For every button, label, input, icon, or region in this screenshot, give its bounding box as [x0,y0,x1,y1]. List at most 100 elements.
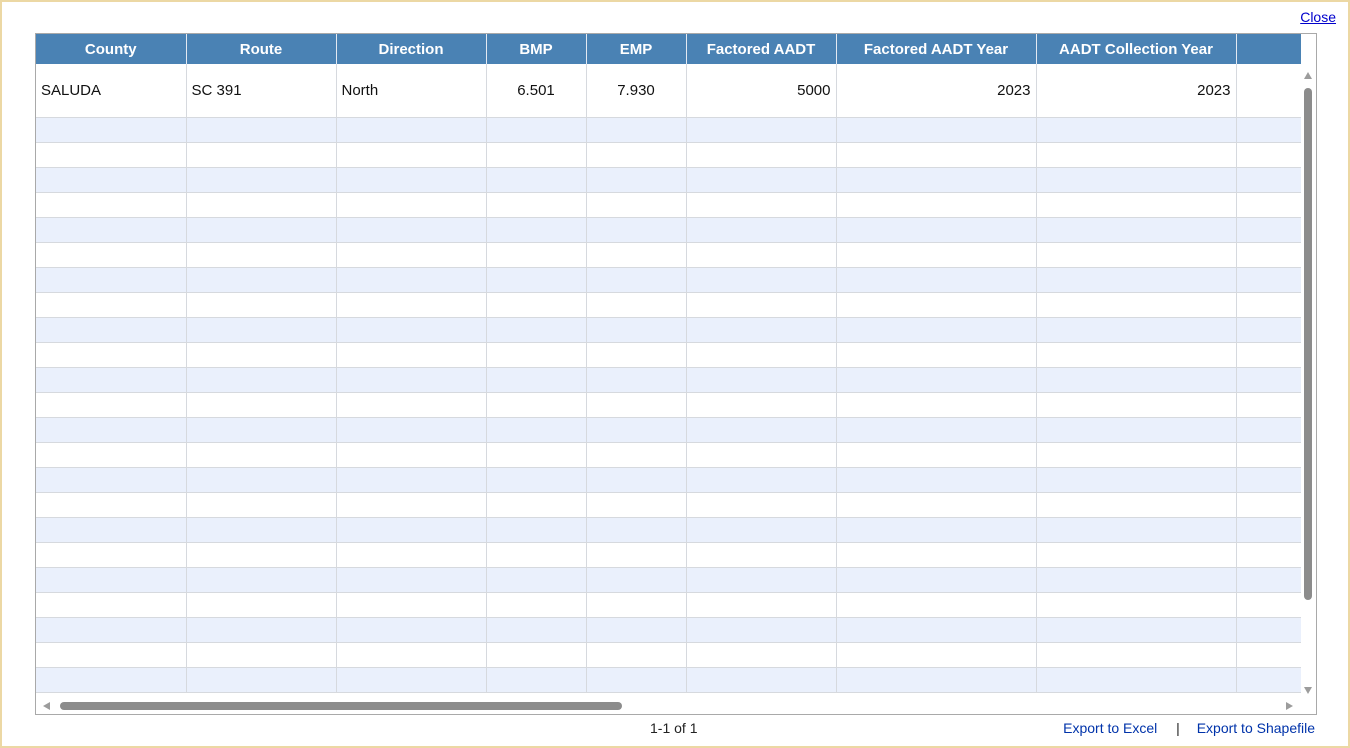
column-header[interactable]: Factored AADT Year [836,34,1037,64]
table-cell [836,592,1037,618]
horizontal-scroll-thumb[interactable] [60,702,622,710]
scroll-left-arrow-icon[interactable] [43,702,50,710]
table-cell [1236,492,1301,518]
column-header[interactable]: Direction [336,34,487,64]
scroll-up-arrow-icon[interactable] [1304,72,1312,79]
table-cell [836,392,1037,418]
table-cell [36,492,187,518]
table-cell [336,367,487,393]
table-cell [686,417,837,443]
table-row[interactable]: SALUDA SC 391 North 6.501 7.930 5000 2023 2023 [36,64,1301,118]
column-header[interactable]: EMP [586,34,687,64]
table-cell [186,367,337,393]
table-cell [836,567,1037,593]
scroll-right-arrow-icon[interactable] [1286,702,1293,710]
table-row [36,667,1301,693]
table-cell [486,492,587,518]
table-row [36,442,1301,468]
table-cell [1236,642,1301,668]
table-cell: 2023 [836,64,1037,118]
table-cell [1236,467,1301,493]
table-cell [186,592,337,618]
table-cell [36,192,187,218]
table-cell [1036,617,1237,643]
table-cell [186,517,337,543]
table-cell [186,342,337,368]
table-cell [486,617,587,643]
column-header[interactable]: Route [186,34,337,64]
table-cell [586,542,687,568]
scroll-down-arrow-icon[interactable] [1304,687,1312,694]
column-header[interactable]: AADT Collection Year [1036,34,1237,64]
table-cell [336,142,487,168]
table-cell [336,592,487,618]
table-cell [36,367,187,393]
horizontal-scrollbar[interactable] [36,698,1301,714]
table-cell: North [336,64,487,118]
table-cell [1036,217,1237,243]
table-cell [1036,167,1237,193]
table-cell [486,442,587,468]
column-header[interactable]: Factored AADT [686,34,837,64]
table-cell [486,367,587,393]
table-cell [486,292,587,318]
table-cell [836,617,1037,643]
table-row [36,392,1301,418]
table-cell [1236,242,1301,268]
table-cell [1036,642,1237,668]
table-row [36,417,1301,443]
table-cell [186,192,337,218]
table-cell [1036,592,1237,618]
table-cell [836,667,1037,693]
table-cell [1036,442,1237,468]
table-cell [486,242,587,268]
table-row [36,117,1301,143]
table-cell [1036,392,1237,418]
header-row: County Route Direction BMP EMP Factored AADT F… [36,34,1301,64]
close-link[interactable]: Close [1300,9,1336,25]
export-excel-link[interactable]: Export to Excel [1063,720,1157,736]
table-cell [1036,267,1237,293]
table-cell [186,642,337,668]
table-cell [836,267,1037,293]
table-cell [486,267,587,293]
table-cell [1036,292,1237,318]
table-cell [336,217,487,243]
table-cell [36,567,187,593]
column-header[interactable]: Site Sp [1236,34,1301,64]
table-cell [1036,192,1237,218]
table-cell [586,617,687,643]
table-cell [486,342,587,368]
table-cell [36,392,187,418]
table-cell [836,292,1037,318]
table-cell [336,542,487,568]
table-cell [836,417,1037,443]
table-cell [186,442,337,468]
table-cell [836,192,1037,218]
column-header[interactable]: County [36,34,187,64]
table-cell [586,642,687,668]
table-body: SALUDA SC 391 North 6.501 7.930 5000 2023 2023 [36,64,1301,693]
table-cell [1036,117,1237,143]
table-cell [1036,142,1237,168]
table-viewport: County Route Direction BMP EMP Factored AADT F… [36,34,1301,698]
table-cell [686,567,837,593]
table-row [36,317,1301,343]
table-row [36,517,1301,543]
vertical-scroll-thumb[interactable] [1304,88,1312,600]
table-cell: SALUDA [36,64,187,118]
export-shapefile-link[interactable]: Export to Shapefile [1197,720,1315,736]
table-cell [686,542,837,568]
table-cell [186,392,337,418]
table-cell [186,117,337,143]
vertical-scrollbar[interactable] [1301,68,1316,698]
column-header[interactable]: BMP [486,34,587,64]
table-row [36,592,1301,618]
table-cell [1236,667,1301,693]
table-cell [586,292,687,318]
table-cell [336,267,487,293]
table-cell [586,117,687,143]
table-cell [686,317,837,343]
table-cell [836,517,1037,543]
table-cell [186,542,337,568]
